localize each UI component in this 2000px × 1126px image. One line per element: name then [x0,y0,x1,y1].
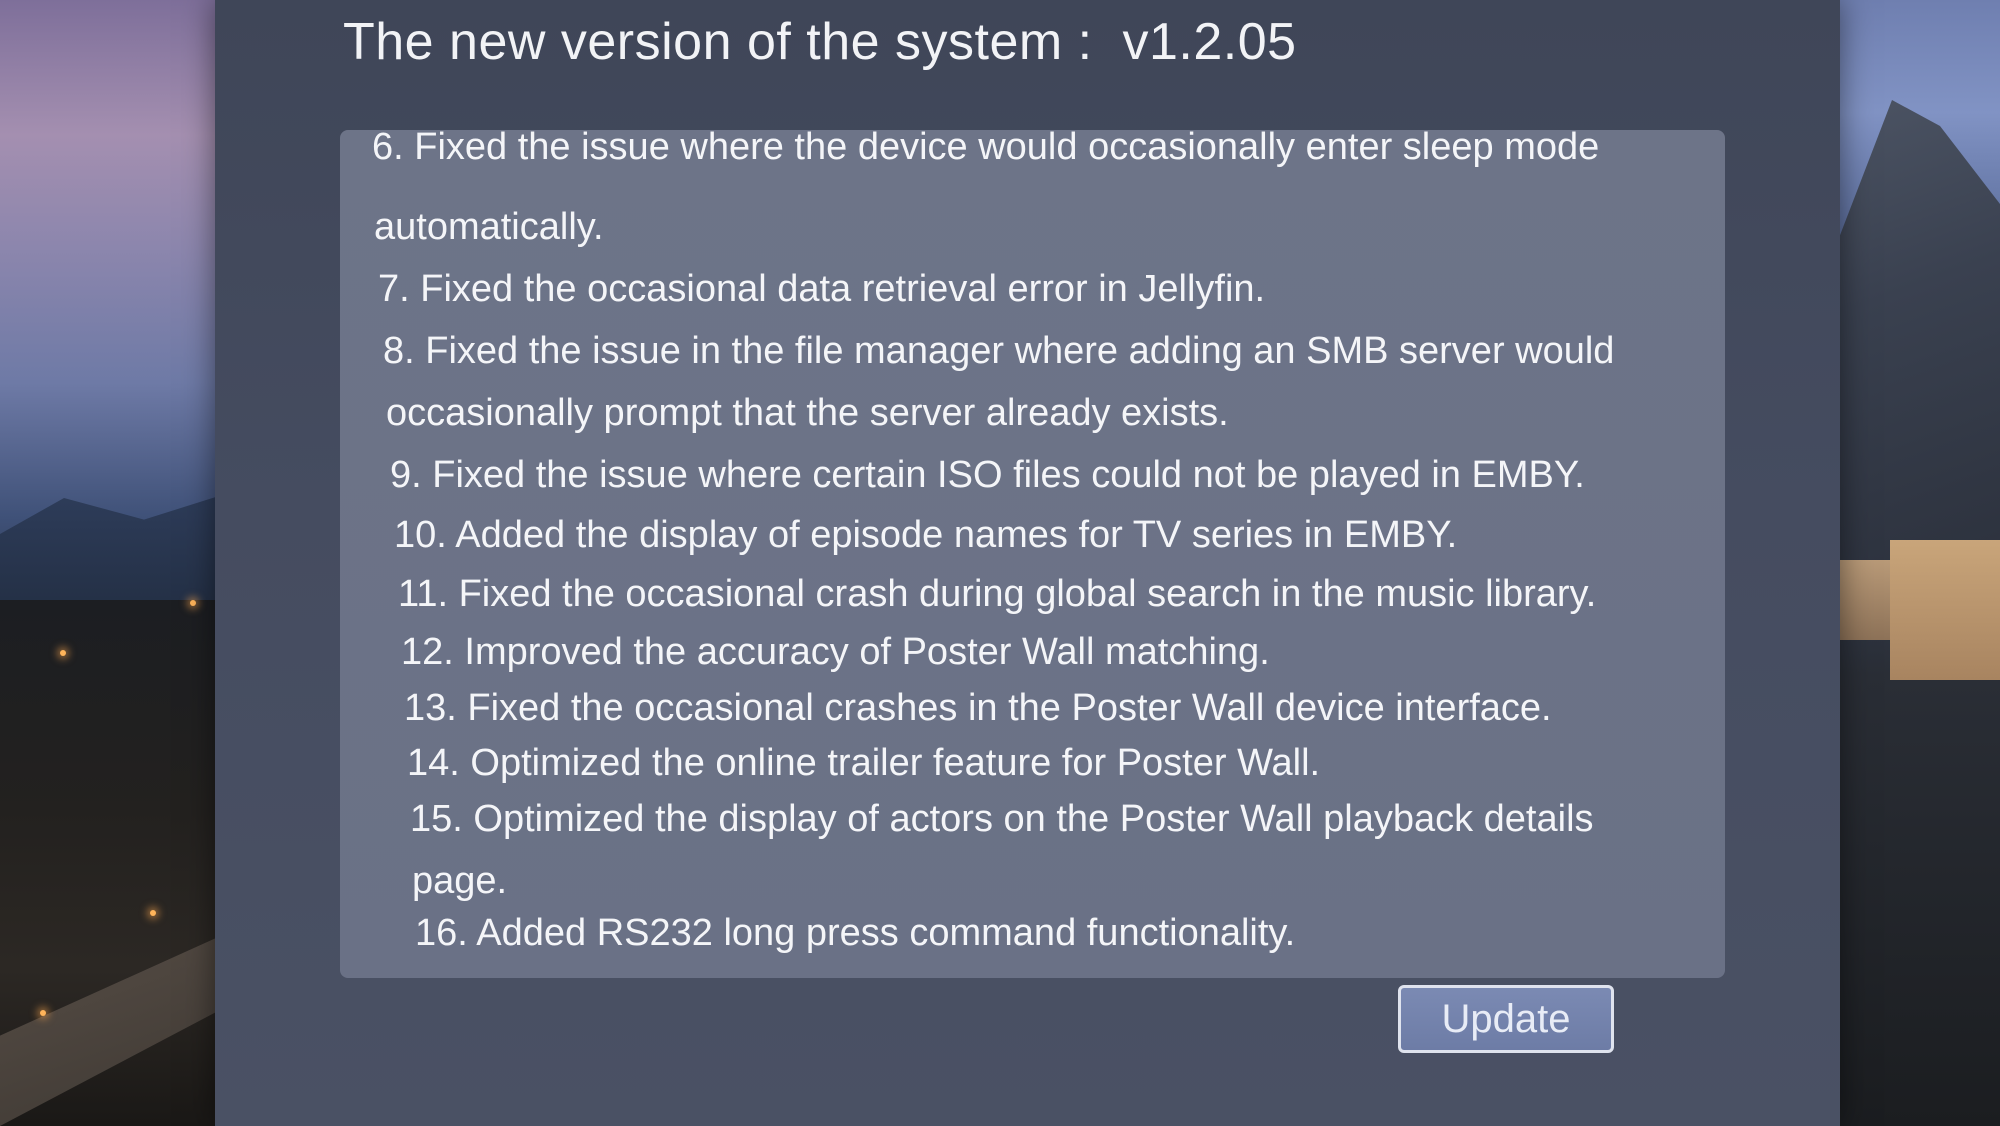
release-note-line: 13. Fixed the occasional crashes in the … [404,687,1552,729]
release-note-line: 6. Fixed the issue where the device woul… [372,130,1600,168]
screen: The new version of the system : v1.2.05 … [0,0,2000,1126]
release-note-line: 15. Optimized the display of actors on t… [410,798,1594,840]
release-note-line: page. [412,860,508,902]
release-note-line: 12. Improved the accuracy of Poster Wall… [401,631,1270,673]
release-note-line: automatically. [374,206,604,248]
system-update-dialog: The new version of the system : v1.2.05 … [215,0,1840,1126]
release-note-line: occasionally prompt that the server alre… [386,392,1229,434]
town-light [150,910,156,916]
wallpaper-house [1890,540,2000,680]
release-note-line: 9. Fixed the issue where certain ISO fil… [390,454,1585,496]
release-note-line: 7. Fixed the occasional data retrieval e… [378,268,1266,310]
update-button[interactable]: Update [1398,985,1614,1053]
town-light [40,1010,46,1016]
release-note-line: 8. Fixed the issue in the file manager w… [383,330,1615,372]
release-notes-panel[interactable]: 6. Fixed the issue where the device woul… [340,130,1725,978]
town-light [190,600,196,606]
release-note-line: 11. Fixed the occasional crash during gl… [398,573,1597,615]
dialog-title: The new version of the system : v1.2.05 [343,13,1297,71]
release-note-line: 14. Optimized the online trailer feature… [407,742,1321,784]
release-note-line: 10. Added the display of episode names f… [394,514,1458,556]
town-light [60,650,66,656]
release-note-line: 16. Added RS232 long press command funct… [415,912,1296,954]
